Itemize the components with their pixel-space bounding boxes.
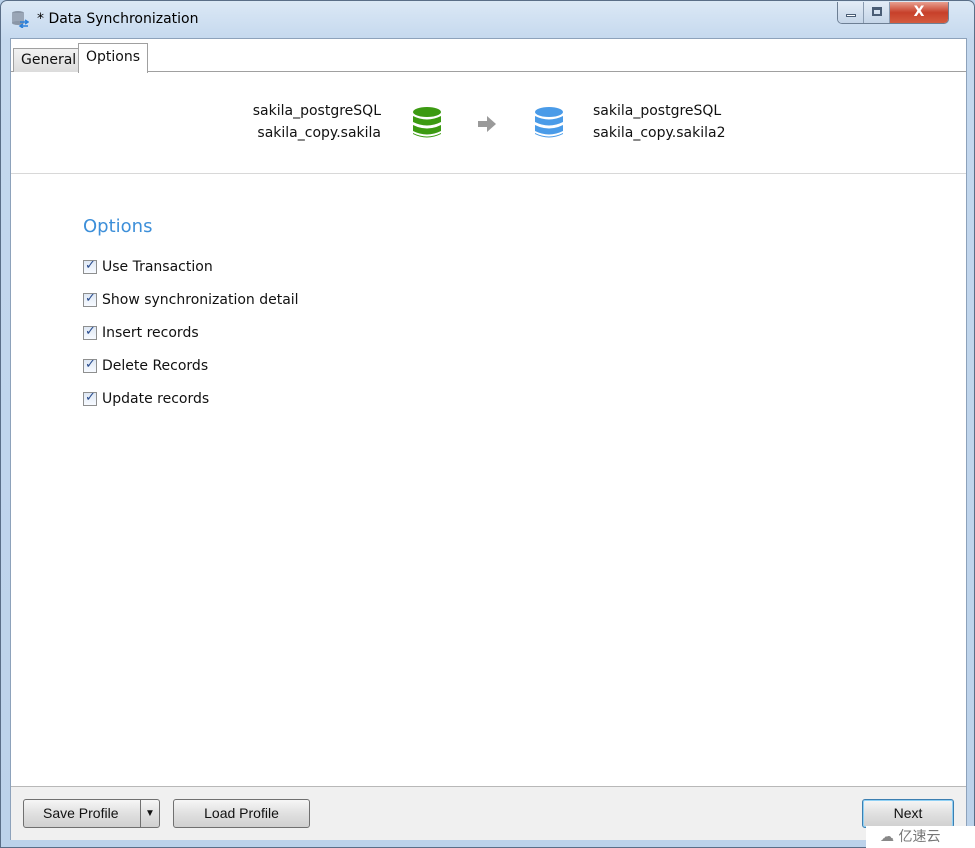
footer-bar: Save Profile ▼ Load Profile Next [11,786,966,840]
close-button[interactable]: X [890,2,948,23]
dropdown-arrow-icon: ▼ [145,808,155,819]
source-info: sakila_postgreSQL sakila_copy.sakila [253,100,381,144]
save-profile-dropdown[interactable]: ▼ [140,800,159,827]
window-frame: * Data Synchronization X General Options… [0,0,975,848]
checkbox-label: Update records [102,391,210,407]
arrow-right-icon [478,116,496,132]
checkbox-label: Show synchronization detail [102,292,299,308]
watermark-logo: ☁ 亿速云 [866,826,975,848]
title-bar[interactable]: * Data Synchronization X [1,1,975,39]
tab-options[interactable]: Options [78,43,149,73]
dialog-content: General Options sakila_postgreSQL sakila… [10,38,967,840]
save-profile-button[interactable]: Save Profile ▼ [23,799,160,828]
watermark-text: 亿速云 [898,829,941,845]
window-controls: X [837,2,949,24]
save-profile-label: Save Profile [43,805,119,821]
target-schema: sakila_copy.sakila2 [593,125,726,141]
minimize-icon [846,14,856,17]
maximize-icon [872,7,882,16]
use-transaction-checkbox[interactable]: Use Transaction [83,258,213,275]
next-button[interactable]: Next [862,799,954,828]
update-records-checkbox[interactable]: Update records [83,390,210,407]
maximize-button[interactable] [864,2,890,23]
target-database-icon [535,107,563,138]
tab-strip: General Options [11,43,966,73]
close-icon: X [913,4,925,20]
checkbox-checked-icon[interactable] [83,390,97,406]
insert-records-checkbox[interactable]: Insert records [83,324,199,341]
checkbox-label: Use Transaction [102,259,213,275]
target-connection: sakila_postgreSQL [593,103,722,119]
sync-summary: sakila_postgreSQL sakila_copy.sakila sak… [11,72,966,174]
checkbox-label: Insert records [102,325,199,341]
data-sync-app-icon [12,11,29,28]
tab-general[interactable]: General [13,48,85,72]
window-title: * Data Synchronization [37,11,199,27]
show-sync-detail-checkbox[interactable]: Show synchronization detail [83,291,299,308]
source-schema: sakila_copy.sakila [257,125,381,141]
checkbox-checked-icon[interactable] [83,258,97,274]
cloud-logo-icon: ☁ [880,829,894,845]
checkbox-checked-icon[interactable] [83,291,97,307]
checkbox-checked-icon[interactable] [83,357,97,373]
delete-records-checkbox[interactable]: Delete Records [83,357,209,374]
load-profile-button[interactable]: Load Profile [173,799,310,828]
minimize-button[interactable] [838,2,864,23]
target-info: sakila_postgreSQL sakila_copy.sakila2 [593,100,725,144]
checkbox-checked-icon[interactable] [83,324,97,340]
checkbox-label: Delete Records [102,358,209,374]
options-heading: Options [83,216,153,237]
source-database-icon [413,107,441,138]
source-connection: sakila_postgreSQL [252,103,381,119]
